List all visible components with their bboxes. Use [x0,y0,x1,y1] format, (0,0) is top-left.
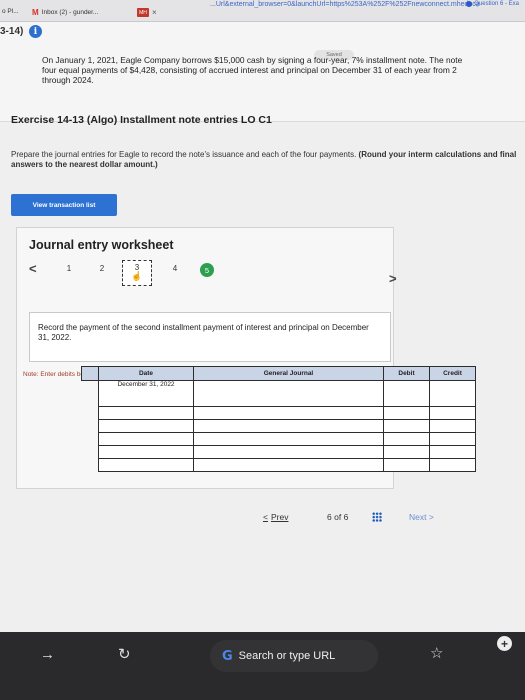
new-tab-plus-icon[interactable]: + [497,636,512,651]
debit-cell[interactable] [383,406,430,420]
date-cell[interactable] [98,458,194,472]
account-cell[interactable] [193,432,384,446]
row-spacer [82,407,99,420]
credit-cell[interactable] [429,406,476,420]
browser-tab-mheducation[interactable]: MH × [137,8,157,17]
info-icon[interactable]: i [29,25,42,38]
date-cell[interactable]: December 31, 2022 [98,380,194,407]
next-question-link[interactable]: Next > [409,512,434,522]
account-cell[interactable] [193,445,384,459]
worksheet-step-3-current[interactable]: 3 ☝ [122,260,152,286]
address-url[interactable]: ...Url&external_browser=0&launchUrl=http… [210,1,480,8]
date-cell[interactable] [98,419,194,433]
tab-label: o Pl... [2,8,19,15]
problem-statement: On January 1, 2021, Eagle Company borrow… [42,55,463,85]
google-icon: G [222,648,233,664]
browser-tab-gmail[interactable]: M Inbox (2) - gunder... [32,8,98,17]
search-placeholder: Search or type URL [238,650,336,662]
account-cell[interactable] [193,419,384,433]
table-row [82,432,476,446]
tab-label: Inbox (2) - gunder... [41,9,99,16]
table-row: December 31, 2022 [82,380,476,407]
reload-icon[interactable]: ↻ [118,645,131,663]
table-row [82,445,476,459]
tab-status-icon [466,1,473,7]
bookmark-star-icon[interactable]: ☆ [430,644,443,662]
gmail-icon: M [32,8,39,17]
worksheet-prev-arrow[interactable]: < [29,261,37,276]
row-spacer [82,420,99,433]
address-search-field[interactable]: G Search or type URL [210,640,378,672]
account-cell[interactable] [193,406,384,420]
forward-arrow-icon[interactable]: → [40,646,55,663]
row-spacer [82,446,99,459]
journal-table: Date General Journal Debit Credit Decemb… [81,366,476,472]
pointer-hand-icon: ☝ [131,271,143,281]
browser-tab-strip: o Pl... M Inbox (2) - gunder... MH × ...… [0,0,525,22]
row-spacer [82,433,99,446]
url-text: Url&external_browser=0&launchUrl=https%2… [215,1,480,8]
debit-cell[interactable] [383,419,430,433]
worksheet-step-5[interactable]: 5 [200,263,214,277]
credit-cell[interactable] [429,445,476,459]
worksheet-title: Journal entry worksheet [29,238,174,252]
credit-cell[interactable] [429,432,476,446]
row-spacer [82,381,99,407]
date-cell[interactable] [98,445,194,459]
table-row [82,458,476,472]
worksheet-step-2[interactable]: 2 [95,264,109,273]
chevron-right-icon: > [428,512,434,522]
task-description: Record the payment of the second install… [29,312,391,362]
account-cell[interactable] [193,380,384,407]
debit-cell[interactable] [383,380,430,407]
question-header: 3-14) i Saved On January 1, 2021, Eagle … [0,22,525,122]
row-spacer [82,459,99,472]
question-grid-icon[interactable] [372,512,382,522]
view-transaction-list-button[interactable]: View transaction list [11,194,117,216]
browser-tab-1[interactable]: o Pl... [2,8,19,15]
instructions-text: Prepare the journal entries for Eagle to… [11,150,357,159]
account-cell[interactable] [193,458,384,472]
table-row [82,419,476,433]
instructions: Prepare the journal entries for Eagle to… [11,150,525,170]
credit-column-header: Credit [429,366,476,381]
close-tab-icon[interactable]: × [152,8,157,17]
credit-cell[interactable] [429,458,476,472]
question-pagination: < Prev 6 of 6 Next > [263,512,463,526]
question-tab[interactable]: Question 6 - Exa [466,1,519,7]
table-row [82,406,476,420]
debit-cell[interactable] [383,445,430,459]
row-spacer-header [81,366,99,381]
debit-column-header: Debit [383,366,430,381]
worksheet-next-arrow[interactable]: > [389,271,397,286]
date-cell[interactable] [98,406,194,420]
worksheet-step-4[interactable]: 4 [168,264,182,273]
credit-cell[interactable] [429,380,476,407]
page-indicator: 6 of 6 [327,512,349,522]
question-number: 3-14) [0,26,24,37]
browser-bottom-toolbar: → ↻ G Search or type URL ☆ + [0,632,525,700]
question-tab-label: Question 6 - Exa [474,1,519,7]
general-journal-column-header: General Journal [193,366,384,381]
prev-question-link[interactable]: < Prev [263,512,288,522]
debit-cell[interactable] [383,432,430,446]
date-cell[interactable] [98,432,194,446]
assignment-page: 3-14) i Saved On January 1, 2021, Eagle … [0,22,525,632]
chevron-left-icon: < [263,512,268,522]
credit-cell[interactable] [429,419,476,433]
exercise-title: Exercise 14-13 (Algo) Installment note e… [11,114,272,126]
worksheet-step-1[interactable]: 1 [62,264,76,273]
debit-cell[interactable] [383,458,430,472]
date-column-header: Date [98,366,194,381]
mcgraw-hill-icon: MH [137,8,149,17]
